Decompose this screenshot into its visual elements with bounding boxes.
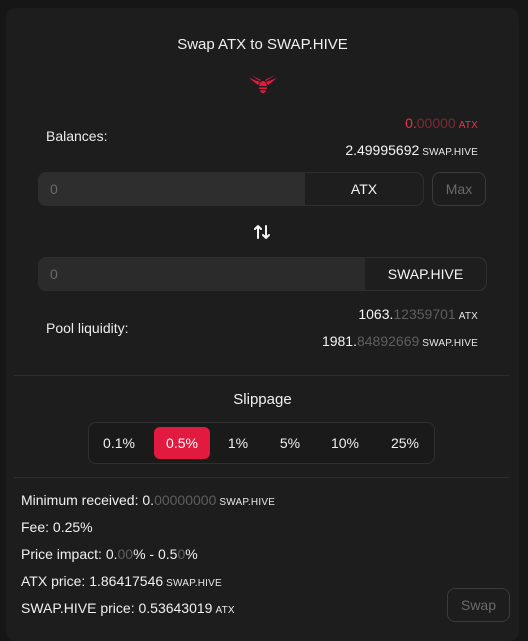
swap-arrows-icon[interactable]: [252, 222, 272, 242]
from-amount-field: ATX: [38, 172, 424, 206]
balances-label: Balances:: [46, 128, 108, 144]
slippage-option-10[interactable]: 10%: [320, 427, 370, 459]
price-impact: Price impact: 0.00% - 0.50%: [21, 546, 198, 562]
swap-panel: Swap ATX to SWAP.HIVE Balances: 0.00000 A…: [6, 8, 519, 641]
from-token-label: ATX: [305, 173, 423, 205]
balance-swaphive: 2.49995692 SWAP.HIVE: [345, 142, 478, 158]
swaphive-price: SWAP.HIVE price: 0.53643019 ATX: [21, 600, 235, 616]
divider: [14, 375, 509, 376]
atx-price: ATX price: 1.86417546 SWAP.HIVE: [21, 573, 222, 589]
swap-button[interactable]: Swap: [447, 588, 510, 622]
fee: Fee: 0.25%: [21, 519, 93, 535]
hive-bee-logo: [249, 75, 277, 93]
slippage-option-0-1[interactable]: 0.1%: [93, 427, 145, 459]
pool-swaphive: 1981.84892669 SWAP.HIVE: [321, 333, 478, 349]
slippage-option-25[interactable]: 25%: [379, 427, 431, 459]
from-amount-input[interactable]: [39, 173, 307, 205]
to-amount-input[interactable]: [39, 258, 367, 290]
slippage-option-5[interactable]: 5%: [269, 427, 311, 459]
pool-liquidity-label: Pool liquidity:: [46, 320, 129, 336]
pool-atx: 1063.12359701 ATX: [358, 306, 478, 322]
max-button[interactable]: Max: [432, 172, 486, 206]
slippage-option-1[interactable]: 1%: [217, 427, 259, 459]
slippage-options: 0.1% 0.5% 1% 5% 10% 25%: [88, 422, 435, 464]
to-token-label: SWAP.HIVE: [365, 258, 486, 290]
divider: [14, 477, 509, 478]
slippage-option-0-5[interactable]: 0.5%: [154, 427, 210, 459]
page-title: Swap ATX to SWAP.HIVE: [177, 36, 348, 53]
minimum-received: Minimum received: 0.00000000 SWAP.HIVE: [21, 492, 276, 508]
slippage-label: Slippage: [233, 391, 292, 408]
balance-atx: 0.00000 ATX: [405, 115, 478, 131]
to-amount-field: SWAP.HIVE: [38, 257, 487, 291]
